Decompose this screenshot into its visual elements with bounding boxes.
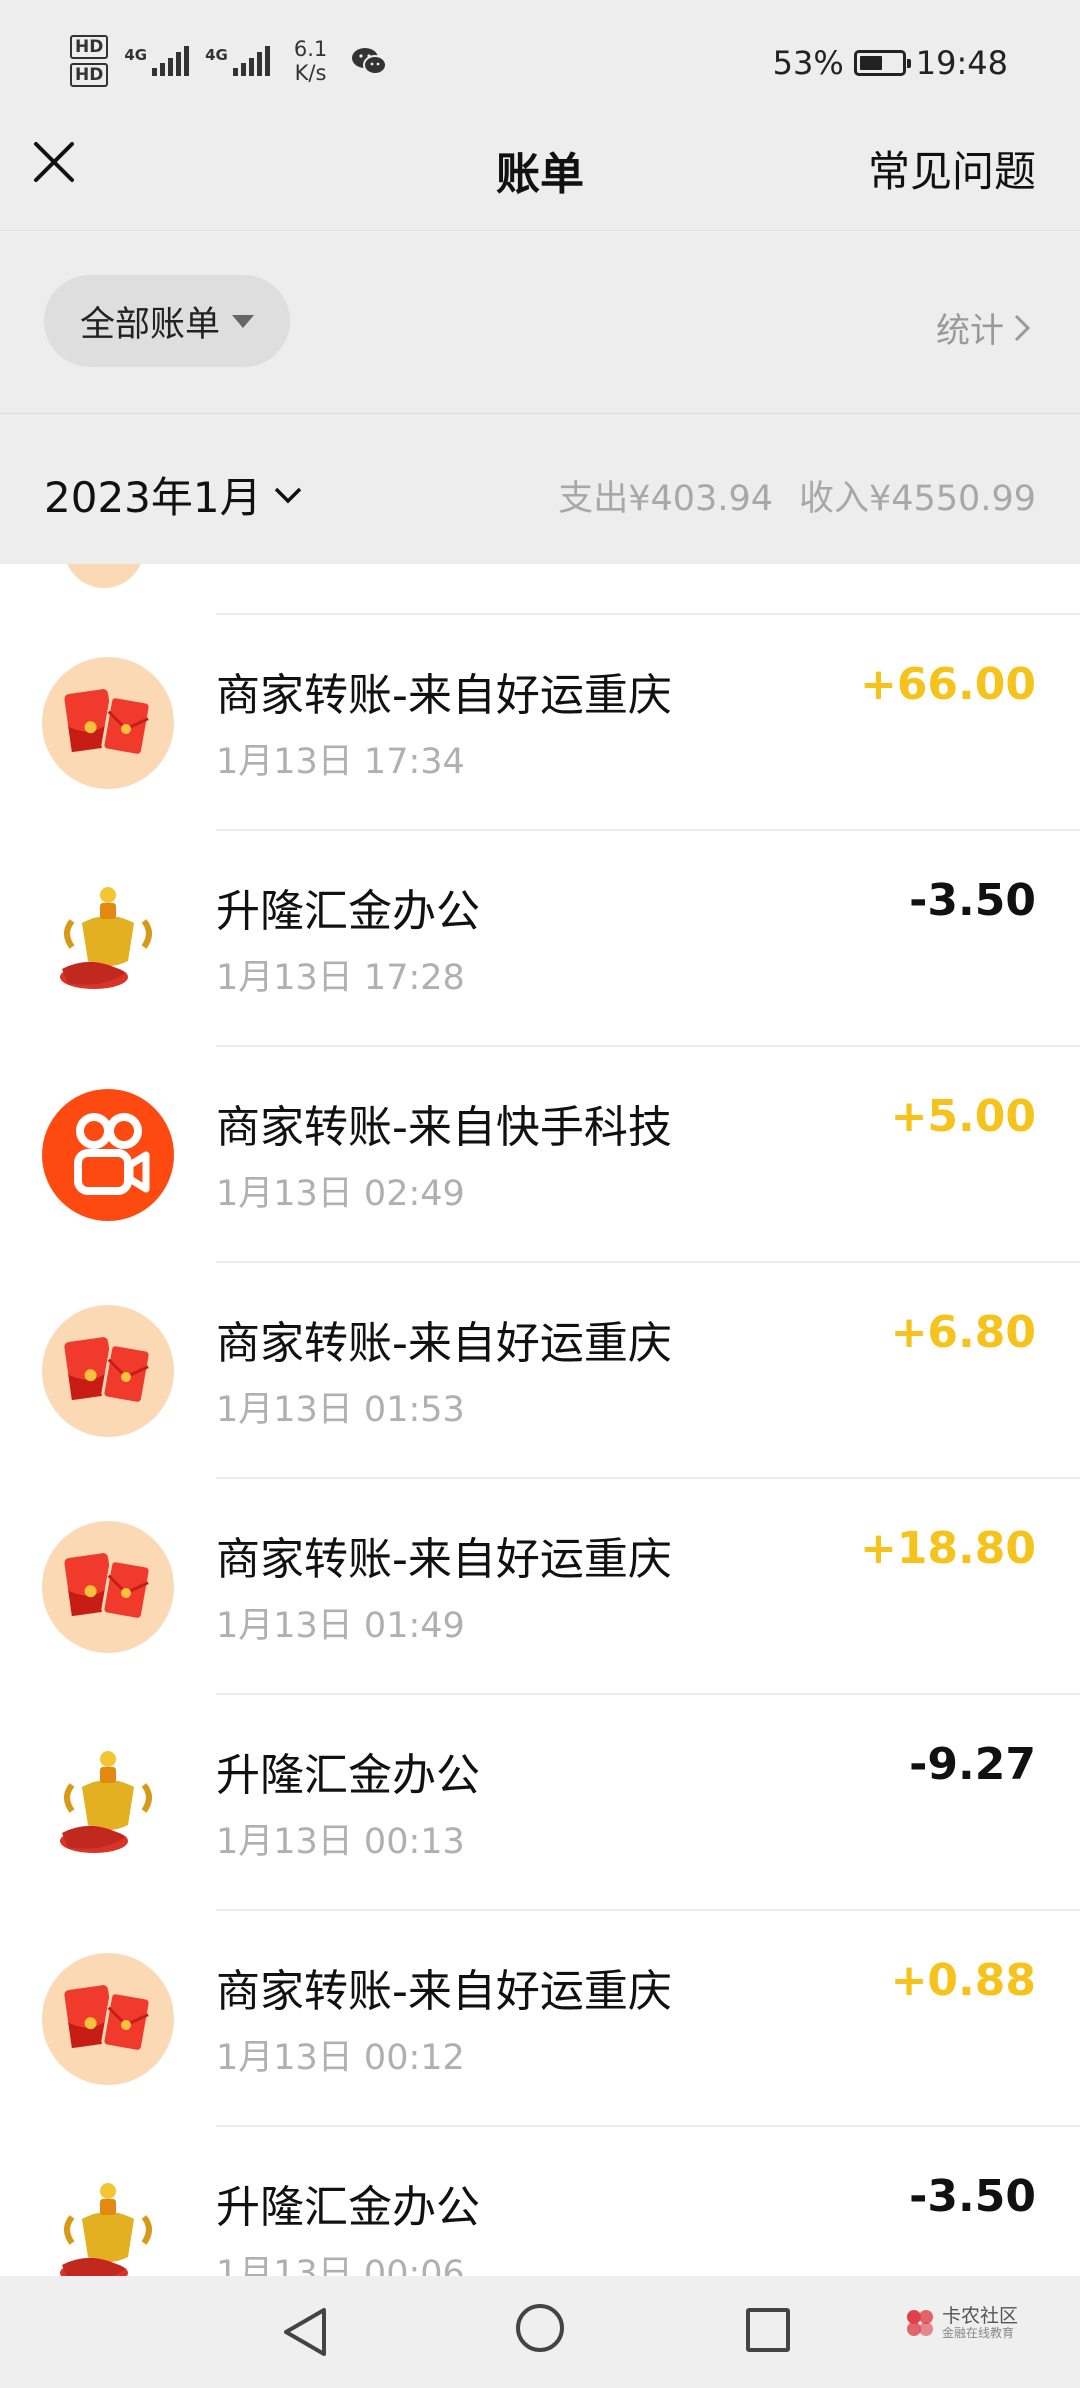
transaction-amount: +18.80 <box>859 1523 1036 1574</box>
avatar <box>64 564 144 588</box>
dropdown-triangle-icon <box>232 314 254 328</box>
transaction-amount: +66.00 <box>859 659 1036 710</box>
red-envelope-icon <box>42 1521 174 1653</box>
month-label: 2023年1月 <box>44 473 262 522</box>
watermark-subtitle: 金融在线教育 <box>941 2326 1014 2340</box>
hd-badge-2: HD <box>70 63 109 87</box>
hd-badge-1: HD <box>70 35 109 59</box>
transaction-amount: +6.80 <box>890 1307 1036 1358</box>
red-envelope-icon <box>42 657 174 789</box>
list-item[interactable]: 商家转账-来自好运重庆 1月13日 01:49 +18.80 <box>0 1479 1080 1695</box>
all-bills-filter-button[interactable]: 全部账单 <box>44 275 290 367</box>
recent-apps-square-icon[interactable] <box>746 2308 790 2352</box>
transaction-name: 升隆汇金办公 <box>216 2182 480 2233</box>
transaction-time: 1月13日 17:34 <box>216 742 465 782</box>
status-bar: HD HD 4G 4G 6.1 K/s 53% 19:48 <box>0 0 1080 130</box>
month-header: 2023年1月 支出¥403.94 收入¥4550.99 <box>0 414 1080 564</box>
watermark-title: 卡农社区 <box>941 2305 1018 2327</box>
list-item[interactable]: 商家转账-来自好运重庆 1月13日 00:12 +0.88 <box>0 1911 1080 2127</box>
transaction-name: 商家转账-来自好运重庆 <box>216 1534 672 1585</box>
home-circle-icon[interactable] <box>516 2304 564 2352</box>
transaction-time: 1月13日 00:12 <box>216 2038 465 2078</box>
hd-badges: HD HD <box>70 35 109 87</box>
back-triangle-icon[interactable] <box>280 2306 332 2358</box>
list-item[interactable]: 升隆汇金办公 1月13日 17:28 -3.50 <box>0 831 1080 1047</box>
transaction-amount: -3.50 <box>909 2171 1036 2222</box>
battery-percent: 53% <box>772 44 844 82</box>
wechat-icon <box>352 48 388 75</box>
red-envelope-icon <box>42 1953 174 2085</box>
watermark: 卡农社区 金融在线教育 <box>904 2306 1018 2340</box>
transaction-time: 1月13日 01:53 <box>216 1390 465 1430</box>
signal-icon-2: 4G <box>205 46 270 76</box>
transaction-name: 商家转账-来自快手科技 <box>216 1102 672 1153</box>
month-selector[interactable]: 2023年1月 <box>44 464 304 525</box>
stats-link[interactable]: 统计 <box>936 303 1032 352</box>
list-item[interactable]: 商家转账-来自快手科技 1月13日 02:49 +5.00 <box>0 1047 1080 1263</box>
clock: 19:48 <box>915 44 1008 82</box>
transaction-amount: +0.88 <box>890 1955 1036 2006</box>
all-bills-label: 全部账单 <box>79 304 220 345</box>
list-item[interactable]: 商家转账-来自好运重庆 1月13日 17:34 +66.00 <box>0 615 1080 831</box>
stats-label: 统计 <box>936 311 1004 351</box>
list-item[interactable]: 升隆汇金办公 1月13日 00:06 -3.50 <box>0 2127 1080 2276</box>
transaction-name: 商家转账-来自好运重庆 <box>216 670 672 721</box>
list-item[interactable]: 商家转账-来自好运重庆 1月13日 01:53 +6.80 <box>0 1263 1080 1479</box>
golden-cauldron-avatar <box>42 873 174 1005</box>
filter-bar: 全部账单 统计 <box>0 230 1080 414</box>
system-nav-bar: 卡农社区 金融在线教育 <box>0 2276 1080 2388</box>
transaction-time: 1月13日 02:49 <box>216 1174 465 1214</box>
signal-icon-1: 4G <box>124 46 190 76</box>
transaction-name: 升隆汇金办公 <box>216 1750 480 1801</box>
transaction-amount: -3.50 <box>909 875 1036 926</box>
battery-icon <box>853 50 911 76</box>
month-summary: 支出¥403.94 收入¥4550.99 <box>532 470 1036 521</box>
faq-link[interactable]: 常见问题 <box>868 138 1036 199</box>
kuaishou-logo-icon <box>42 1089 174 1221</box>
chevron-right-icon <box>1014 314 1031 341</box>
chevron-down-icon <box>274 487 301 503</box>
transaction-time: 1月13日 00:13 <box>216 1822 465 1862</box>
transaction-time: 1月13日 01:49 <box>216 1606 465 1646</box>
transaction-time: 1月13日 17:28 <box>216 958 465 998</box>
transaction-name: 升隆汇金办公 <box>216 886 480 937</box>
watermark-logo-icon <box>906 2310 933 2336</box>
status-right: 53% 19:48 <box>773 44 1008 82</box>
transaction-list[interactable]: 商家转账-来自好运重庆 1月13日 17:34 +66.00 升隆汇金办公 1月… <box>0 564 1080 2276</box>
golden-cauldron-avatar <box>42 2169 174 2276</box>
golden-cauldron-avatar <box>42 1737 174 1869</box>
transaction-name: 商家转账-来自好运重庆 <box>216 1966 672 2017</box>
list-item[interactable]: 升隆汇金办公 1月13日 00:13 -9.27 <box>0 1695 1080 1911</box>
income-total: 收入¥4550.99 <box>798 479 1036 519</box>
transaction-time: 1月13日 00:06 <box>216 2254 465 2276</box>
red-envelope-icon <box>42 1305 174 1437</box>
transaction-amount: +5.00 <box>890 1091 1036 1142</box>
transaction-name: 商家转账-来自好运重庆 <box>216 1318 672 1369</box>
status-left: HD HD 4G 4G 6.1 K/s <box>70 35 388 87</box>
nav-bar: 账单 常见问题 <box>0 130 1080 230</box>
expense-total: 支出¥403.94 <box>558 479 773 519</box>
transaction-amount: -9.27 <box>909 1739 1036 1790</box>
network-speed: 6.1 K/s <box>293 37 328 85</box>
